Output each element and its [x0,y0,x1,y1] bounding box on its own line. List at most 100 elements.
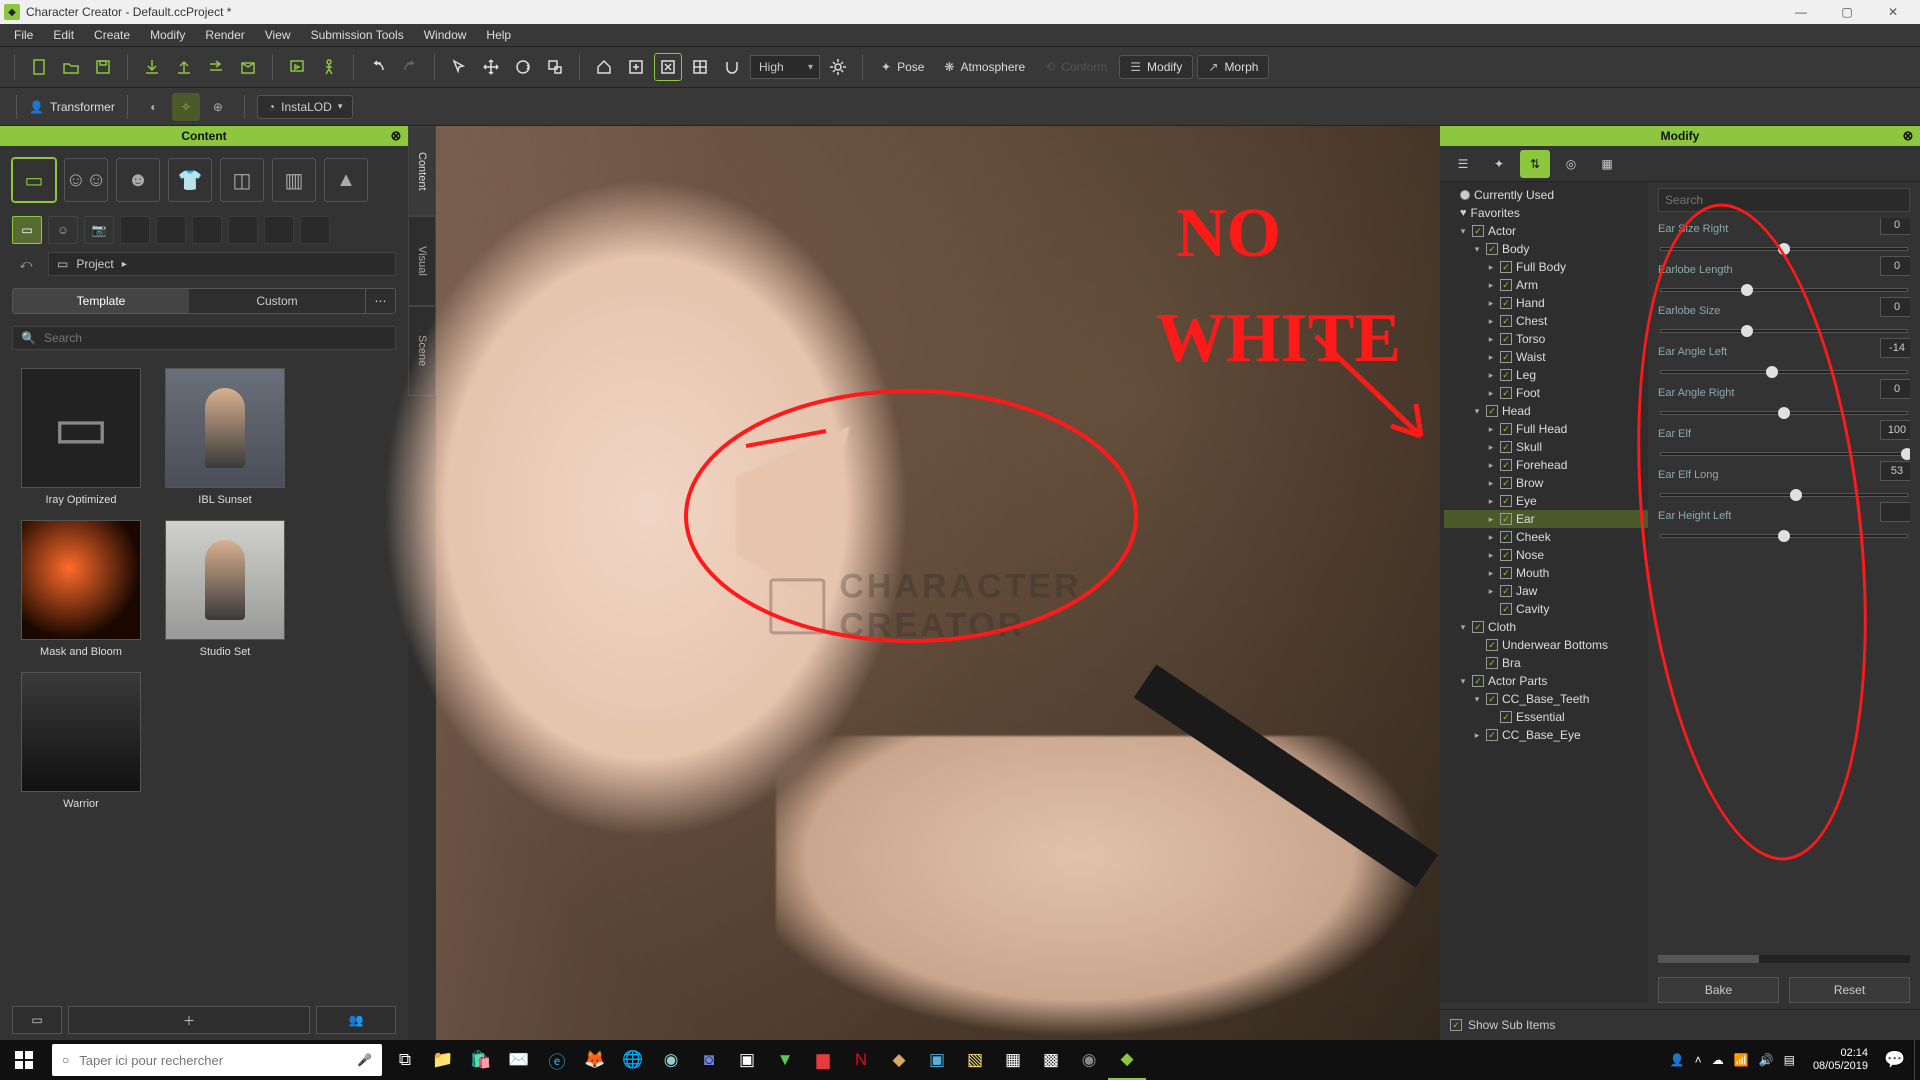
show-desktop[interactable] [1914,1040,1920,1080]
export-icon[interactable] [170,53,198,81]
tray-up-icon[interactable]: ˄ [1695,1053,1702,1067]
taskbar-firefox-icon[interactable]: 🦊 [576,1040,614,1080]
taskbar-app7-icon[interactable]: ◉ [1070,1040,1108,1080]
tree-arrow-icon[interactable]: ▸ [1486,442,1496,453]
menu-edit[interactable]: Edit [43,24,84,46]
slider-thumb[interactable] [1778,407,1790,419]
subtool-3-icon[interactable]: ⊕ [204,93,232,121]
tree-skull[interactable]: ▸✓Skull [1444,438,1648,456]
render-quality-dropdown[interactable]: High [750,55,820,79]
tray-cloud-icon[interactable]: ☁ [1712,1053,1724,1067]
action-center-icon[interactable]: 💬 [1876,1040,1914,1080]
tree-brow[interactable]: ▸✓Brow [1444,474,1648,492]
slider-value[interactable]: 0 [1880,297,1910,317]
thumb-mask-and-bloom[interactable]: Mask and Bloom [16,520,146,658]
tray-volume-icon[interactable]: 🔊 [1759,1053,1774,1067]
tree-cavity[interactable]: ✓Cavity [1444,600,1648,618]
tree-bra[interactable]: ✓Bra [1444,654,1648,672]
export-arrow-icon[interactable] [202,53,230,81]
sub-camera-icon[interactable]: 📷 [84,216,114,244]
slider-scrollbar[interactable] [1658,955,1910,963]
slider-track[interactable]: 0 [1658,280,1910,292]
tree-arrow-icon[interactable]: ▸ [1486,424,1496,435]
menu-view[interactable]: View [255,24,301,46]
windows-start-icon[interactable] [0,1040,48,1080]
slider-value[interactable]: 100 [1880,420,1910,440]
redo-icon[interactable] [396,53,424,81]
tree-checkbox[interactable]: ✓ [1500,369,1512,381]
modify-material-icon[interactable]: ◎ [1556,150,1586,178]
window-close[interactable]: ✕ [1870,0,1916,24]
tree-checkbox[interactable]: ✓ [1486,693,1498,705]
tree-checkbox[interactable]: ✓ [1500,279,1512,291]
slider-value[interactable]: 53 [1880,461,1910,481]
tree-checkbox[interactable]: ✓ [1500,567,1512,579]
slider-value[interactable]: 0 [1880,379,1910,399]
tree-arrow-icon[interactable]: ▾ [1472,406,1482,417]
taskbar-app1-icon[interactable]: ▼ [766,1040,804,1080]
slider-thumb[interactable] [1741,325,1753,337]
slider-track[interactable]: 0 [1658,239,1910,251]
new-file-icon[interactable] [25,53,53,81]
tree-arrow-icon[interactable]: ▸ [1486,568,1496,579]
frame-out-icon[interactable] [654,53,682,81]
thumb-iray-optimized[interactable]: ▭Iray Optimized [16,368,146,506]
tree-arrow-icon[interactable]: ▸ [1486,550,1496,561]
tree-arrow-icon[interactable]: ▾ [1472,694,1482,705]
tree-body[interactable]: ▾✓Body [1444,240,1648,258]
light-icon[interactable] [824,53,852,81]
slider-thumb[interactable] [1778,243,1790,255]
reset-button[interactable]: Reset [1789,977,1910,1003]
tree-hand[interactable]: ▸✓Hand [1444,294,1648,312]
taskbar-app2-icon[interactable]: ▆ [804,1040,842,1080]
slider-thumb[interactable] [1741,284,1753,296]
menu-file[interactable]: File [4,24,43,46]
pose-button[interactable]: ✦Pose [873,60,932,74]
tree-checkbox[interactable]: ✓ [1500,297,1512,309]
taskbar-explorer-icon[interactable]: 📁 [424,1040,462,1080]
slider-thumb[interactable] [1778,530,1790,542]
open-file-icon[interactable] [57,53,85,81]
tree-essential[interactable]: ✓Essential [1444,708,1648,726]
slider-search-input[interactable] [1658,188,1910,212]
tree-actor[interactable]: ▾✓Actor [1444,222,1648,240]
tree-arm[interactable]: ▸✓Arm [1444,276,1648,294]
taskbar-app4-icon[interactable]: ▣ [918,1040,956,1080]
tree-checkbox[interactable]: ✓ [1500,423,1512,435]
tree-jaw[interactable]: ▸✓Jaw [1444,582,1648,600]
tree-checkbox[interactable]: ✓ [1500,513,1512,525]
import-icon[interactable] [138,53,166,81]
slider-value[interactable] [1880,502,1910,522]
thumb-studio-set[interactable]: Studio Set [160,520,290,658]
slider-value[interactable]: 0 [1880,256,1910,276]
morph-mode-button[interactable]: ↗Morph [1197,55,1269,79]
tree-checkbox[interactable]: ✓ [1500,585,1512,597]
tree-checkbox[interactable]: ✓ [1486,639,1498,651]
slider-search[interactable] [1658,188,1910,212]
category-hair-icon[interactable]: ▥ [272,158,316,202]
modify-pose-icon[interactable]: ✦ [1484,150,1514,178]
tree-underwear-bottoms[interactable]: ✓Underwear Bottoms [1444,636,1648,654]
pair-icon[interactable]: 👥 [316,1006,396,1034]
sub-folder-icon[interactable]: ▭ [12,216,42,244]
thumb-warrior[interactable]: Warrior [16,672,146,810]
tree-currently-used[interactable]: Currently Used [1444,186,1648,204]
select-arrow-icon[interactable] [445,53,473,81]
taskbar-chrome-icon[interactable]: 🌐 [614,1040,652,1080]
tree-arrow-icon[interactable]: ▸ [1486,586,1496,597]
undo-icon[interactable] [364,53,392,81]
menu-window[interactable]: Window [414,24,477,46]
taskbar-epic-icon[interactable]: ▣ [728,1040,766,1080]
taskbar-store-icon[interactable]: 🛍️ [462,1040,500,1080]
tree-checkbox[interactable]: ✓ [1500,495,1512,507]
tree-arrow-icon[interactable]: ▾ [1458,226,1468,237]
scale-icon[interactable] [541,53,569,81]
snap-icon[interactable] [718,53,746,81]
tree-favorites[interactable]: ♥Favorites [1444,204,1648,222]
slider-track[interactable]: 0 [1658,321,1910,333]
tree-checkbox[interactable]: ✓ [1500,531,1512,543]
grid-icon[interactable] [686,53,714,81]
tree-eye[interactable]: ▸✓Eye [1444,492,1648,510]
tree-checkbox[interactable]: ✓ [1472,675,1484,687]
tree-arrow-icon[interactable]: ▾ [1458,676,1468,687]
